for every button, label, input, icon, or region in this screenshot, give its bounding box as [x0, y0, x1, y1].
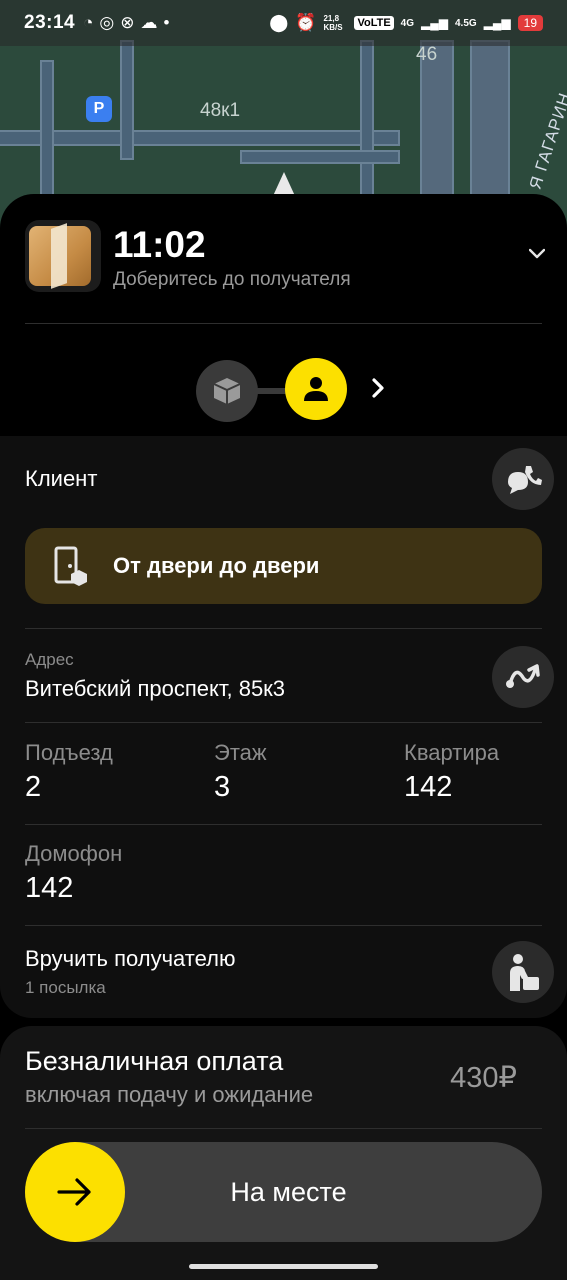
- intercom-value: 142: [25, 872, 74, 904]
- status-time: 23:14: [24, 12, 76, 33]
- intercom-label: Домофон: [25, 841, 123, 866]
- map-street-label: Я ГАГАРИН: [525, 90, 567, 192]
- parking-icon: P: [86, 96, 112, 122]
- instagram-icon: ◎: [99, 13, 115, 32]
- entrance-value: 2: [25, 771, 42, 803]
- net-speed: 21,8 KB/S: [323, 14, 343, 32]
- home-indicator[interactable]: [189, 1264, 378, 1269]
- divider: [25, 323, 542, 324]
- alarm-icon: ⏰: [295, 13, 317, 32]
- divider: [25, 722, 542, 723]
- chat-phone-icon: [508, 466, 542, 494]
- chevron-down-icon[interactable]: [529, 246, 545, 262]
- divider: [25, 628, 542, 629]
- slider-knob[interactable]: [25, 1142, 125, 1242]
- order-details-card: Клиент От двери до двери Адрес Витебский…: [0, 406, 567, 1018]
- package-icon: [213, 378, 241, 404]
- signal-sim2: 4.5G: [454, 17, 477, 29]
- address-value[interactable]: Витебский проспект, 85к3: [25, 676, 285, 702]
- door-to-door-label: От двери до двери: [113, 553, 320, 578]
- arrow-right-icon: [57, 1178, 91, 1206]
- package-thumbnail: [25, 220, 101, 292]
- payment-price: 430₽: [450, 1062, 517, 1094]
- signal-sim1: 4G: [400, 17, 415, 29]
- map-road: [240, 150, 400, 164]
- dot-icon: •: [163, 13, 170, 32]
- notification-icons: ◔ ◎ ⊗ ☁ •: [83, 13, 169, 33]
- person-package-icon: [510, 954, 539, 991]
- client-title: Клиент: [25, 466, 98, 491]
- map-house-label: 46: [416, 44, 438, 65]
- step-recipient[interactable]: [285, 358, 347, 420]
- apartment-value: 142: [404, 771, 453, 803]
- handover-title: Вручить получателю: [25, 946, 236, 971]
- floor-value: 3: [214, 771, 231, 803]
- apartment-label: Квартира: [404, 740, 500, 765]
- location-icon: ⬤: [269, 13, 289, 32]
- arrived-slider[interactable]: На месте: [25, 1142, 542, 1242]
- signal-icon: ▂▄▆: [483, 16, 511, 30]
- eta-subtitle: Доберитесь до получателя: [113, 269, 351, 290]
- progress-connector: [255, 388, 287, 394]
- payment-subtitle: включая подачу и ожидание: [25, 1082, 314, 1107]
- map-road: [0, 130, 400, 146]
- route-icon: [506, 664, 540, 688]
- divider: [25, 925, 542, 926]
- door-to-door-option[interactable]: От двери до двери: [25, 528, 542, 604]
- xbox-icon: ⊗: [120, 13, 135, 32]
- payment-title: Безналичная оплата: [25, 1046, 284, 1076]
- map-road: [360, 40, 374, 200]
- system-icons: ⬤ ⏰ 21,8 KB/S VoLTE 4G ▂▄▆ 4.5G ▂▄▆ 19: [269, 13, 543, 33]
- navigation-arrow-icon: [273, 172, 295, 196]
- person-icon: [304, 377, 328, 401]
- payment-card: Безналичная оплата включая подачу и ожид…: [0, 1026, 567, 1280]
- door-package-icon: [54, 546, 87, 586]
- divider: [25, 824, 542, 825]
- eta-time: 11:02: [113, 224, 206, 265]
- cloud-icon: ☁: [140, 13, 158, 32]
- battery-level: 19: [517, 15, 543, 31]
- package-tape: [51, 223, 67, 289]
- map-road: [120, 40, 134, 160]
- route-button[interactable]: [492, 646, 554, 708]
- signal-icon: ▂▄▆: [421, 16, 448, 30]
- volte-badge: VoLTE: [354, 16, 394, 30]
- status-bar: 23:14 ◔ ◎ ⊗ ☁ • ⬤ ⏰ 21,8 KB/S VoLTE 4G ▂…: [0, 0, 567, 46]
- entrance-label: Подъезд: [25, 740, 113, 765]
- wifi-calling-icon: ◔: [83, 13, 94, 32]
- divider: [25, 1128, 542, 1129]
- handover-button[interactable]: [492, 941, 554, 1003]
- call-client-button[interactable]: [492, 448, 554, 510]
- map-building-label: 48к1: [200, 100, 241, 121]
- step-package[interactable]: [196, 360, 258, 422]
- chevron-right-icon[interactable]: [368, 376, 390, 400]
- status-header-card[interactable]: 11:02 Доберитесь до получателя: [0, 194, 567, 432]
- handover-subtitle: 1 посылка: [25, 978, 106, 997]
- address-label: Адрес: [25, 650, 74, 669]
- floor-label: Этаж: [214, 740, 267, 765]
